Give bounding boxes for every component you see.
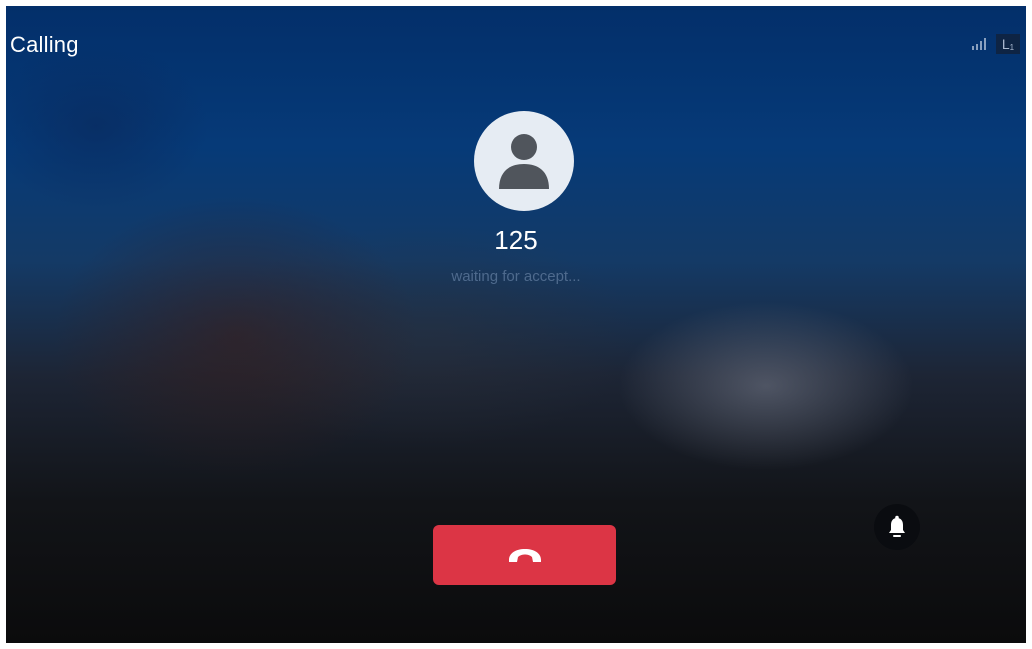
calling-screen: Calling L1 125 waiting for accept... xyxy=(6,6,1026,643)
person-icon xyxy=(499,134,549,189)
bell-button[interactable] xyxy=(874,504,920,550)
caller-number: 125 xyxy=(494,225,538,255)
phone-hangup-icon xyxy=(508,549,541,562)
call-status-text: waiting for accept... xyxy=(451,268,581,285)
line-label: L xyxy=(1001,36,1010,52)
line-number: 1 xyxy=(1009,42,1015,52)
bell-icon xyxy=(889,515,905,537)
hangup-button[interactable] xyxy=(433,525,616,585)
page-title: Calling xyxy=(10,32,79,57)
avatar xyxy=(474,111,574,211)
status-bar: L1 xyxy=(972,34,1020,54)
signal-icon xyxy=(972,38,986,50)
line-1-icon: L1 xyxy=(996,34,1020,54)
